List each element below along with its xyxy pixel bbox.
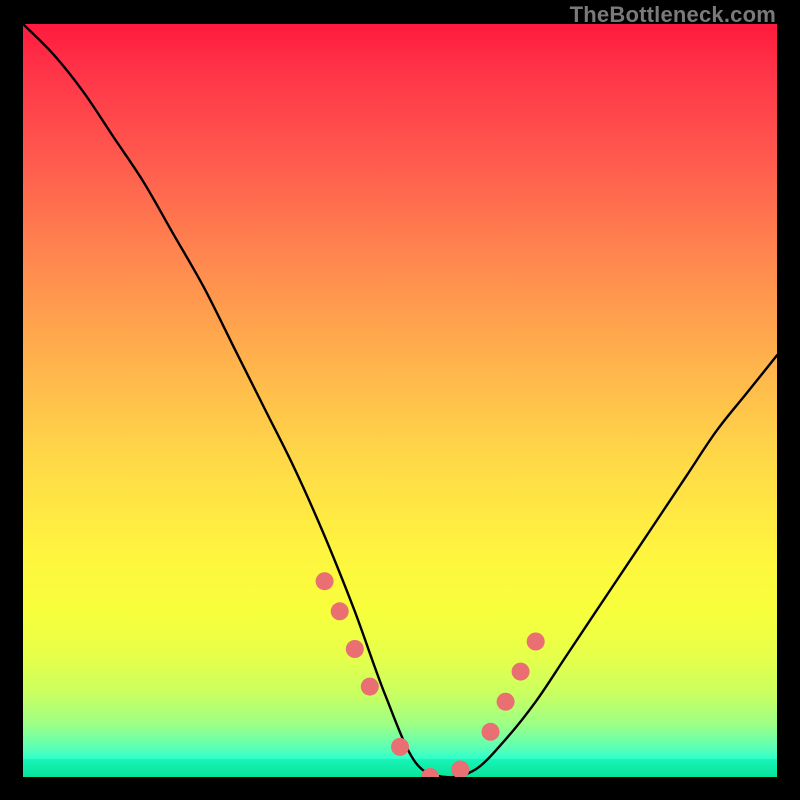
- marker-dot: [512, 663, 530, 681]
- bottleneck-curve: [23, 24, 777, 777]
- marker-dot: [482, 723, 500, 741]
- plot-area: [23, 24, 777, 777]
- watermark-text: TheBottleneck.com: [570, 2, 776, 28]
- marker-dot: [361, 678, 379, 696]
- highlight-markers: [316, 572, 545, 777]
- marker-dot: [316, 572, 334, 590]
- chart-frame: TheBottleneck.com: [0, 0, 800, 800]
- marker-dot: [451, 761, 469, 778]
- marker-dot: [346, 640, 364, 658]
- marker-dot: [331, 602, 349, 620]
- marker-dot: [527, 633, 545, 651]
- marker-dot: [497, 693, 515, 711]
- marker-dot: [391, 738, 409, 756]
